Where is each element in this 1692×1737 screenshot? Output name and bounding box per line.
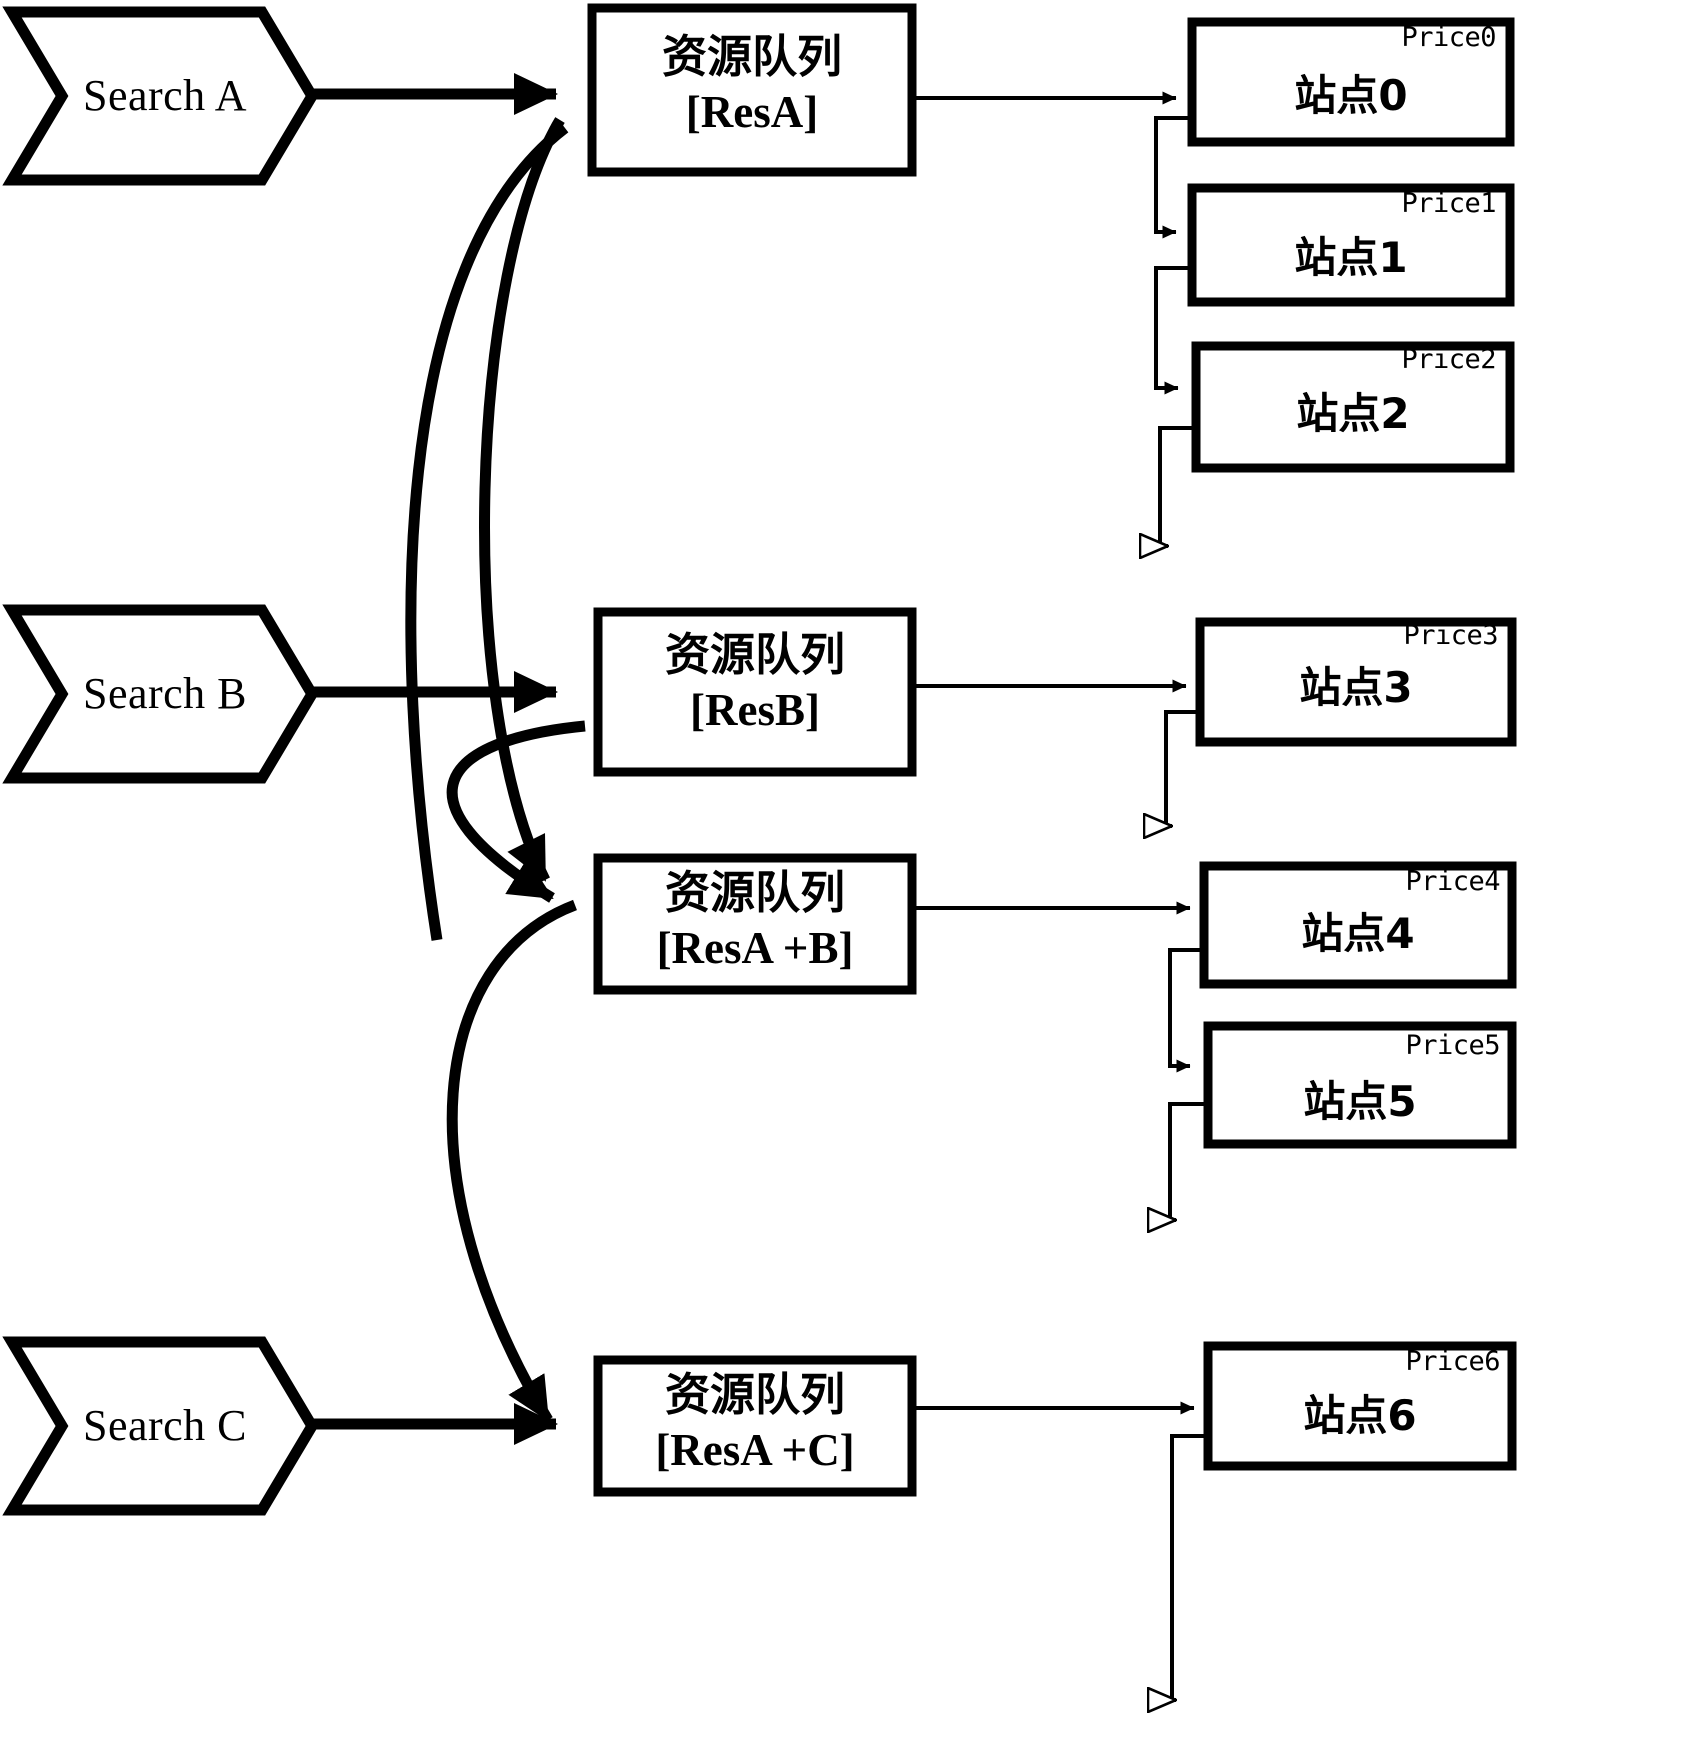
diagram-canvas: Search A Search B Search C 资源队列 [ResA] 资… [0,0,1692,1737]
queue-box-resa[interactable] [587,3,917,177]
queue-box-resab[interactable] [593,853,917,995]
queue-box-resb[interactable] [593,607,917,777]
price-label-5: Price5 [1405,1030,1500,1061]
chain-site-6-to-end [1172,1434,1208,1700]
price-label-2: Price2 [1401,344,1496,375]
edge-curve-to-resac [446,899,577,1423]
chain-site-2-to-end [1160,426,1196,546]
source-shape-search-a[interactable] [2,6,319,186]
price-label-6: Price6 [1405,1346,1500,1377]
chain-site-4-to-site-5 [1168,948,1204,1073]
chain-site-5-to-end [1170,1102,1208,1220]
price-label-1: Price1 [1401,188,1496,219]
price-label-4: Price4 [1405,866,1500,897]
price-label-0: Price0 [1401,22,1496,53]
source-shape-search-c[interactable] [2,1336,319,1516]
chain-site-1-to-site-2 [1154,266,1192,395]
queue-box-resac[interactable] [593,1355,917,1497]
edge-curve-resa-to-resab [479,117,565,883]
price-label-3: Price3 [1403,620,1498,651]
chain-site-3-to-end [1166,710,1200,826]
chain-site-0-to-site-1 [1154,116,1192,239]
source-shape-search-b[interactable] [2,604,319,784]
